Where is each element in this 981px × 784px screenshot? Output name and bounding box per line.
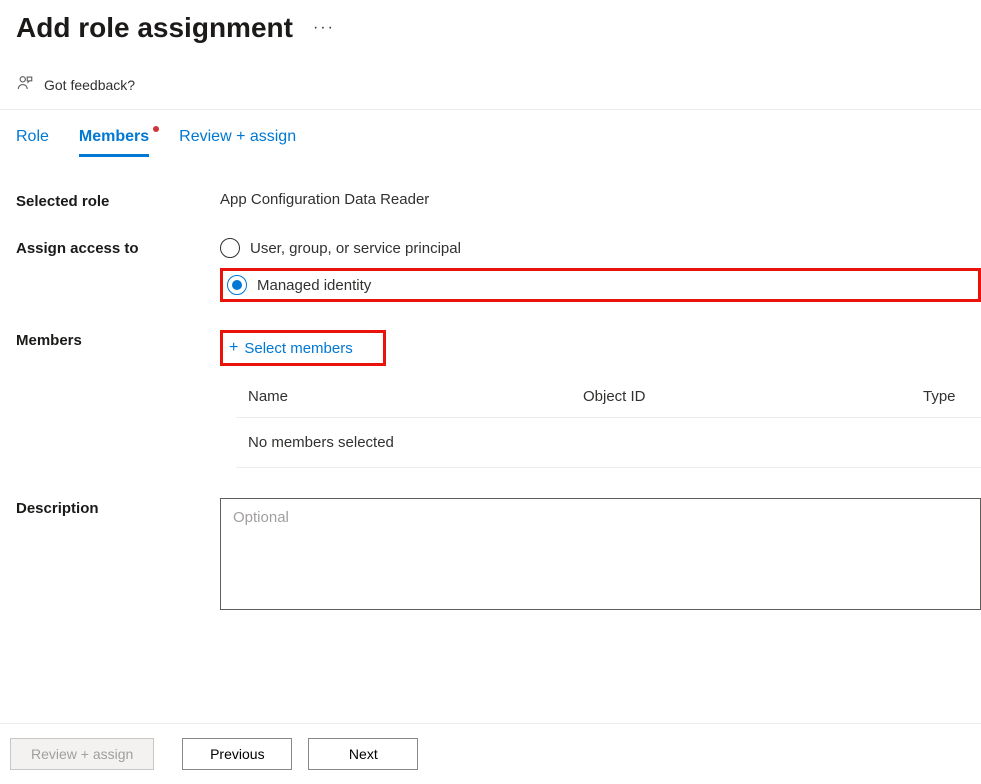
feedback-bar[interactable]: Got feedback?: [0, 64, 981, 110]
page-title: Add role assignment: [16, 12, 293, 44]
tab-review-assign[interactable]: Review + assign: [179, 128, 296, 157]
feedback-person-icon: [16, 74, 34, 95]
select-members-text: Select members: [244, 340, 352, 357]
plus-icon: +: [229, 339, 238, 357]
members-table: Name Object ID Type No members selected: [236, 376, 981, 468]
highlight-select-members: + Select members: [220, 330, 386, 366]
next-button[interactable]: Next: [308, 738, 418, 770]
table-header-name[interactable]: Name: [248, 388, 583, 405]
radio-user-label: User, group, or service principal: [250, 240, 461, 257]
radio-unselected-icon: [220, 238, 240, 258]
radio-identity-label: Managed identity: [257, 277, 371, 294]
members-label: Members: [16, 330, 220, 349]
assign-access-label: Assign access to: [16, 238, 220, 257]
highlight-managed-identity: Managed identity: [220, 268, 981, 302]
description-textarea[interactable]: [220, 498, 981, 610]
radio-selected-icon: [227, 275, 247, 295]
table-empty-message: No members selected: [236, 418, 981, 468]
tab-members[interactable]: Members: [79, 128, 149, 157]
description-label: Description: [16, 498, 220, 517]
tab-indicator-dot: [153, 126, 159, 132]
tabs-container: Role Members Review + assign: [0, 110, 981, 157]
tab-members-label: Members: [79, 128, 149, 145]
select-members-link[interactable]: + Select members: [229, 339, 353, 357]
radio-managed-identity[interactable]: Managed identity: [227, 275, 371, 295]
radio-user-group-service[interactable]: User, group, or service principal: [220, 238, 981, 258]
previous-button[interactable]: Previous: [182, 738, 292, 770]
feedback-text: Got feedback?: [44, 77, 135, 93]
tab-role[interactable]: Role: [16, 128, 49, 157]
selected-role-value: App Configuration Data Reader: [220, 191, 981, 208]
selected-role-label: Selected role: [16, 191, 220, 210]
table-header-type[interactable]: Type: [923, 388, 969, 405]
review-assign-button: Review + assign: [10, 738, 154, 770]
more-icon[interactable]: ···: [313, 19, 335, 37]
table-header-objectid[interactable]: Object ID: [583, 388, 923, 405]
footer-bar: Review + assign Previous Next: [0, 723, 981, 784]
